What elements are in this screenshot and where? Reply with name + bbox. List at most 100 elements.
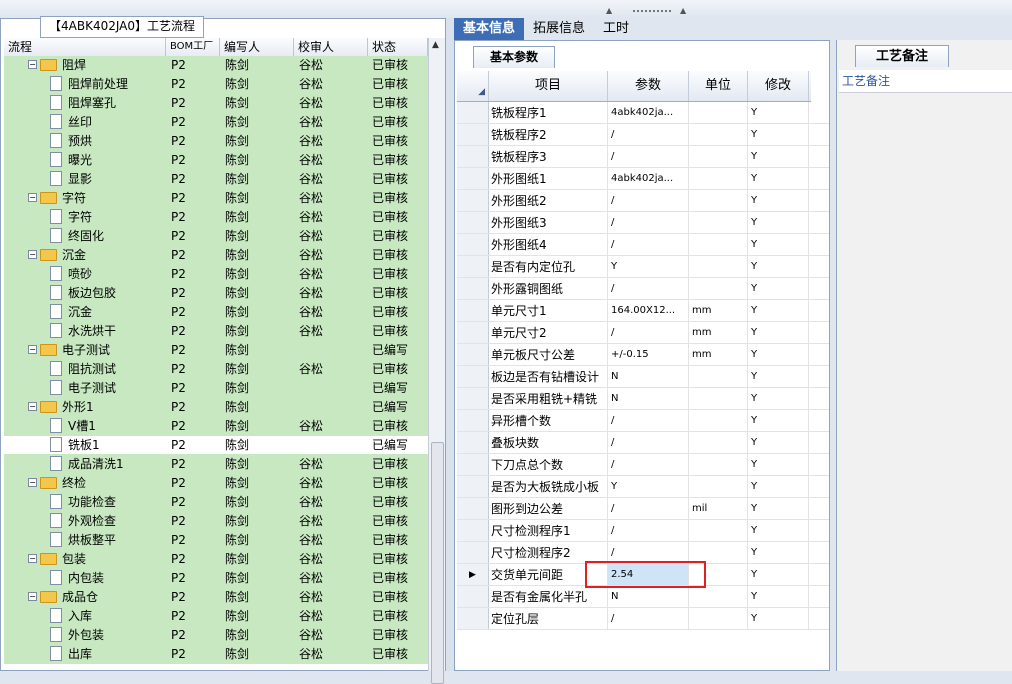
row-indicator[interactable] <box>457 256 489 277</box>
tree-row[interactable]: 入库 P2 陈剑 谷松 已审核 <box>4 607 428 626</box>
tree-row[interactable]: 阻抗测试 P2 陈剑 谷松 已审核 <box>4 360 428 379</box>
grid-row[interactable]: 铣板程序2/ Y <box>457 124 829 146</box>
row-indicator[interactable] <box>457 520 489 541</box>
tree-node-name[interactable]: 外包装 <box>4 626 166 644</box>
modify-cell[interactable]: Y <box>748 146 809 167</box>
row-indicator[interactable] <box>457 542 489 563</box>
tree-node-name[interactable]: 字符 <box>4 208 166 226</box>
unit-cell[interactable] <box>689 256 748 277</box>
row-indicator[interactable] <box>457 322 489 343</box>
collapse-toggle-icon[interactable]: − <box>28 402 37 411</box>
col-item[interactable]: 项目 <box>489 71 608 101</box>
tree-node-name[interactable]: 丝印 <box>4 113 166 131</box>
tree-row[interactable]: 曝光 P2 陈剑 谷松 已审核 <box>4 151 428 170</box>
row-indicator[interactable] <box>457 498 489 519</box>
tree-row[interactable]: − 包装 P2 陈剑 谷松 已审核 <box>4 550 428 569</box>
col-status[interactable]: 状态 <box>368 38 428 56</box>
tree-row[interactable]: 字符 P2 陈剑 谷松 已审核 <box>4 208 428 227</box>
modify-cell[interactable]: Y <box>748 542 809 563</box>
param-cell[interactable]: N <box>608 388 689 409</box>
tree-row[interactable]: 板边包胶 P2 陈剑 谷松 已审核 <box>4 284 428 303</box>
grid-row[interactable]: 外形露铜图纸 / Y <box>457 278 829 300</box>
tree-node-name[interactable]: 外观检查 <box>4 512 166 530</box>
unit-cell[interactable] <box>689 454 748 475</box>
tab-basic-info[interactable]: 基本信息 <box>454 18 525 40</box>
tree-row[interactable]: 功能检查 P2 陈剑 谷松 已审核 <box>4 493 428 512</box>
unit-cell[interactable] <box>689 234 748 255</box>
tree-row[interactable]: 丝印 P2 陈剑 谷松 已审核 <box>4 113 428 132</box>
grid-row[interactable]: 外形图纸3/ Y <box>457 212 829 234</box>
modify-cell[interactable]: Y <box>748 564 809 585</box>
tab-work-hours[interactable]: 工时 <box>594 18 638 40</box>
modify-cell[interactable]: Y <box>748 498 809 519</box>
modify-cell[interactable]: Y <box>748 520 809 541</box>
row-indicator[interactable] <box>457 234 489 255</box>
unit-cell[interactable] <box>689 410 748 431</box>
row-indicator[interactable]: ▶ <box>457 564 489 585</box>
modify-cell[interactable]: Y <box>748 102 809 123</box>
tree-row[interactable]: 铣板1 P2 陈剑 已编写 <box>4 436 428 455</box>
modify-cell[interactable]: Y <box>748 212 809 233</box>
row-indicator[interactable] <box>457 608 489 629</box>
param-cell[interactable]: / <box>608 234 689 255</box>
modify-cell[interactable]: Y <box>748 366 809 387</box>
row-indicator[interactable] <box>457 102 489 123</box>
modify-cell[interactable]: Y <box>748 168 809 189</box>
tree-node-name[interactable]: 烘板整平 <box>4 531 166 549</box>
grid-row[interactable]: 叠板块数 / Y <box>457 432 829 454</box>
unit-cell[interactable] <box>689 102 748 123</box>
param-cell[interactable]: / <box>608 608 689 629</box>
row-indicator[interactable] <box>457 168 489 189</box>
modify-cell[interactable]: Y <box>748 388 809 409</box>
grid-row[interactable]: 异形槽个数 / Y <box>457 410 829 432</box>
row-indicator[interactable] <box>457 432 489 453</box>
row-indicator[interactable] <box>457 366 489 387</box>
col-writer[interactable]: 编写人 <box>220 38 294 56</box>
param-cell[interactable]: Y <box>608 476 689 497</box>
tree-node-name[interactable]: − 阻焊 <box>4 56 166 74</box>
grid-row[interactable]: 单元尺寸2/mm Y <box>457 322 829 344</box>
unit-cell[interactable] <box>689 432 748 453</box>
tree-node-name[interactable]: 终固化 <box>4 227 166 245</box>
param-cell[interactable]: / <box>608 410 689 431</box>
modify-cell[interactable]: Y <box>748 410 809 431</box>
tree-node-name[interactable]: 阻焊塞孔 <box>4 94 166 112</box>
unit-cell[interactable] <box>689 278 748 299</box>
modify-cell[interactable]: Y <box>748 190 809 211</box>
tree-node-name[interactable]: 喷砂 <box>4 265 166 283</box>
tree-node-name[interactable]: 曝光 <box>4 151 166 169</box>
tree-row[interactable]: 水洗烘干 P2 陈剑 谷松 已审核 <box>4 322 428 341</box>
collapse-toggle-icon[interactable]: − <box>28 345 37 354</box>
tree-node-name[interactable]: 成品清洗1 <box>4 455 166 473</box>
subtab-basic-params[interactable]: 基本参数 <box>473 46 556 68</box>
unit-cell[interactable] <box>689 520 748 541</box>
tree-node-name[interactable]: 铣板1 <box>4 436 166 454</box>
collapse-toggle-icon[interactable]: − <box>28 60 37 69</box>
collapse-toggle-icon[interactable]: − <box>28 250 37 259</box>
tree-node-name[interactable]: 沉金 <box>4 303 166 321</box>
param-cell[interactable]: / <box>608 212 689 233</box>
param-cell[interactable]: / <box>608 432 689 453</box>
param-cell[interactable]: +/-0.15 <box>608 344 689 365</box>
grid-row[interactable]: 下刀点总个数 / Y <box>457 454 829 476</box>
col-process[interactable]: 流程 <box>4 38 166 56</box>
tree-row[interactable]: − 字符 P2 陈剑 谷松 已审核 <box>4 189 428 208</box>
unit-cell[interactable]: mm <box>689 300 748 321</box>
modify-cell[interactable]: Y <box>748 256 809 277</box>
grid-row[interactable]: 板边是否有钻槽设计 N Y <box>457 366 829 388</box>
row-indicator[interactable] <box>457 146 489 167</box>
tree-node-name[interactable]: V槽1 <box>4 417 166 435</box>
unit-cell[interactable] <box>689 586 748 607</box>
unit-cell[interactable] <box>689 608 748 629</box>
tree-node-name[interactable]: 阻焊前处理 <box>4 75 166 93</box>
scroll-up-icon[interactable]: ▲ <box>432 40 439 50</box>
param-cell[interactable]: / <box>608 190 689 211</box>
modify-cell[interactable]: Y <box>748 322 809 343</box>
modify-cell[interactable]: Y <box>748 608 809 629</box>
grid-row[interactable]: 是否有金属化半孔 N Y <box>457 586 829 608</box>
tree-row[interactable]: 成品清洗1 P2 陈剑 谷松 已审核 <box>4 455 428 474</box>
row-indicator[interactable] <box>457 388 489 409</box>
row-indicator[interactable] <box>457 344 489 365</box>
splitter-grip[interactable] <box>633 10 671 15</box>
row-indicator[interactable] <box>457 300 489 321</box>
